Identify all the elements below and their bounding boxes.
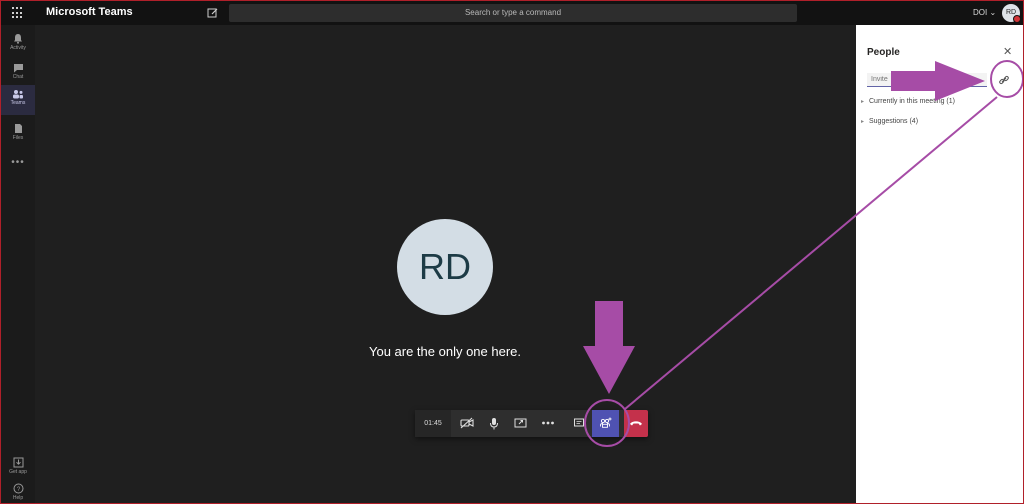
new-chat-icon[interactable] bbox=[207, 6, 219, 18]
rail-label: Files bbox=[12, 135, 24, 141]
camera-off-icon bbox=[459, 417, 474, 429]
user-avatar[interactable]: RD bbox=[1002, 4, 1021, 23]
rail-more-button[interactable]: ••• bbox=[1, 157, 35, 168]
rail-label: Chat bbox=[12, 74, 24, 80]
meeting-status-message: You are the only one here. bbox=[368, 344, 522, 359]
show-conversation-button[interactable] bbox=[565, 410, 592, 437]
share-screen-icon bbox=[514, 418, 527, 428]
close-icon[interactable]: ✕ bbox=[1003, 45, 1012, 58]
more-actions-button[interactable] bbox=[534, 410, 561, 437]
section-label: Currently in this meeting (1) bbox=[869, 98, 955, 105]
microphone-icon bbox=[489, 418, 498, 430]
chevron-right-icon: ▸ bbox=[861, 99, 865, 105]
rail-label: Help bbox=[12, 495, 24, 501]
app-launcher-icon[interactable] bbox=[12, 7, 24, 19]
org-label: DOI bbox=[973, 8, 988, 17]
rail-label: Get app bbox=[9, 469, 27, 475]
app-window: Microsoft Teams Search or type a command… bbox=[0, 0, 1024, 504]
rail-item-activity[interactable]: Activity bbox=[1, 29, 35, 59]
share-screen-button[interactable] bbox=[507, 410, 534, 437]
svg-text:?: ? bbox=[16, 487, 20, 493]
search-bar[interactable]: Search or type a command bbox=[229, 4, 797, 22]
chat-icon bbox=[13, 64, 23, 73]
download-icon bbox=[13, 457, 23, 468]
people-panel: People ✕ ▸Currently in this meeting (1) … bbox=[856, 25, 1023, 503]
section-current-participants[interactable]: ▸ Currently in this meeting (1) bbox=[861, 98, 955, 105]
rail-item-teams[interactable]: Teams bbox=[1, 85, 35, 115]
presence-badge bbox=[1013, 15, 1021, 23]
section-suggestions[interactable]: ▸ Suggestions (4) bbox=[861, 118, 918, 125]
bell-icon bbox=[14, 34, 22, 44]
hang-up-button[interactable] bbox=[624, 410, 648, 437]
hang-up-icon bbox=[630, 421, 642, 426]
copy-join-link-button[interactable] bbox=[997, 73, 1011, 87]
rail-item-files[interactable]: Files bbox=[1, 119, 35, 149]
participants-icon bbox=[600, 417, 612, 428]
title-bar: Microsoft Teams Search or type a command… bbox=[1, 1, 1023, 25]
teams-icon bbox=[13, 90, 23, 99]
panel-title: People bbox=[867, 47, 900, 58]
mic-toggle-button[interactable] bbox=[480, 410, 507, 437]
link-icon bbox=[999, 75, 1009, 85]
participant-avatar: RD bbox=[397, 219, 493, 315]
call-controls-bar: 01:45 bbox=[415, 410, 648, 437]
rail-label: Teams bbox=[10, 100, 26, 106]
more-icon bbox=[541, 421, 554, 425]
org-switcher[interactable]: DOI ⌄ bbox=[973, 8, 996, 17]
call-timer: 01:45 bbox=[415, 410, 451, 437]
rail-item-help[interactable]: ? Help bbox=[1, 479, 35, 503]
invite-input[interactable] bbox=[867, 73, 987, 87]
app-rail: Activity Chat Teams Files ••• Get app ? … bbox=[1, 25, 35, 503]
camera-toggle-button[interactable] bbox=[453, 410, 480, 437]
chevron-right-icon: ▸ bbox=[861, 119, 865, 125]
show-participants-button[interactable] bbox=[592, 410, 619, 437]
app-title: Microsoft Teams bbox=[46, 6, 133, 18]
rail-label: Activity bbox=[10, 45, 26, 51]
chevron-down-icon: ⌄ bbox=[989, 8, 997, 17]
chat-bubble-icon bbox=[573, 418, 584, 427]
section-label: Suggestions (4) bbox=[869, 118, 919, 125]
help-icon: ? bbox=[13, 483, 23, 494]
files-icon bbox=[14, 124, 22, 133]
